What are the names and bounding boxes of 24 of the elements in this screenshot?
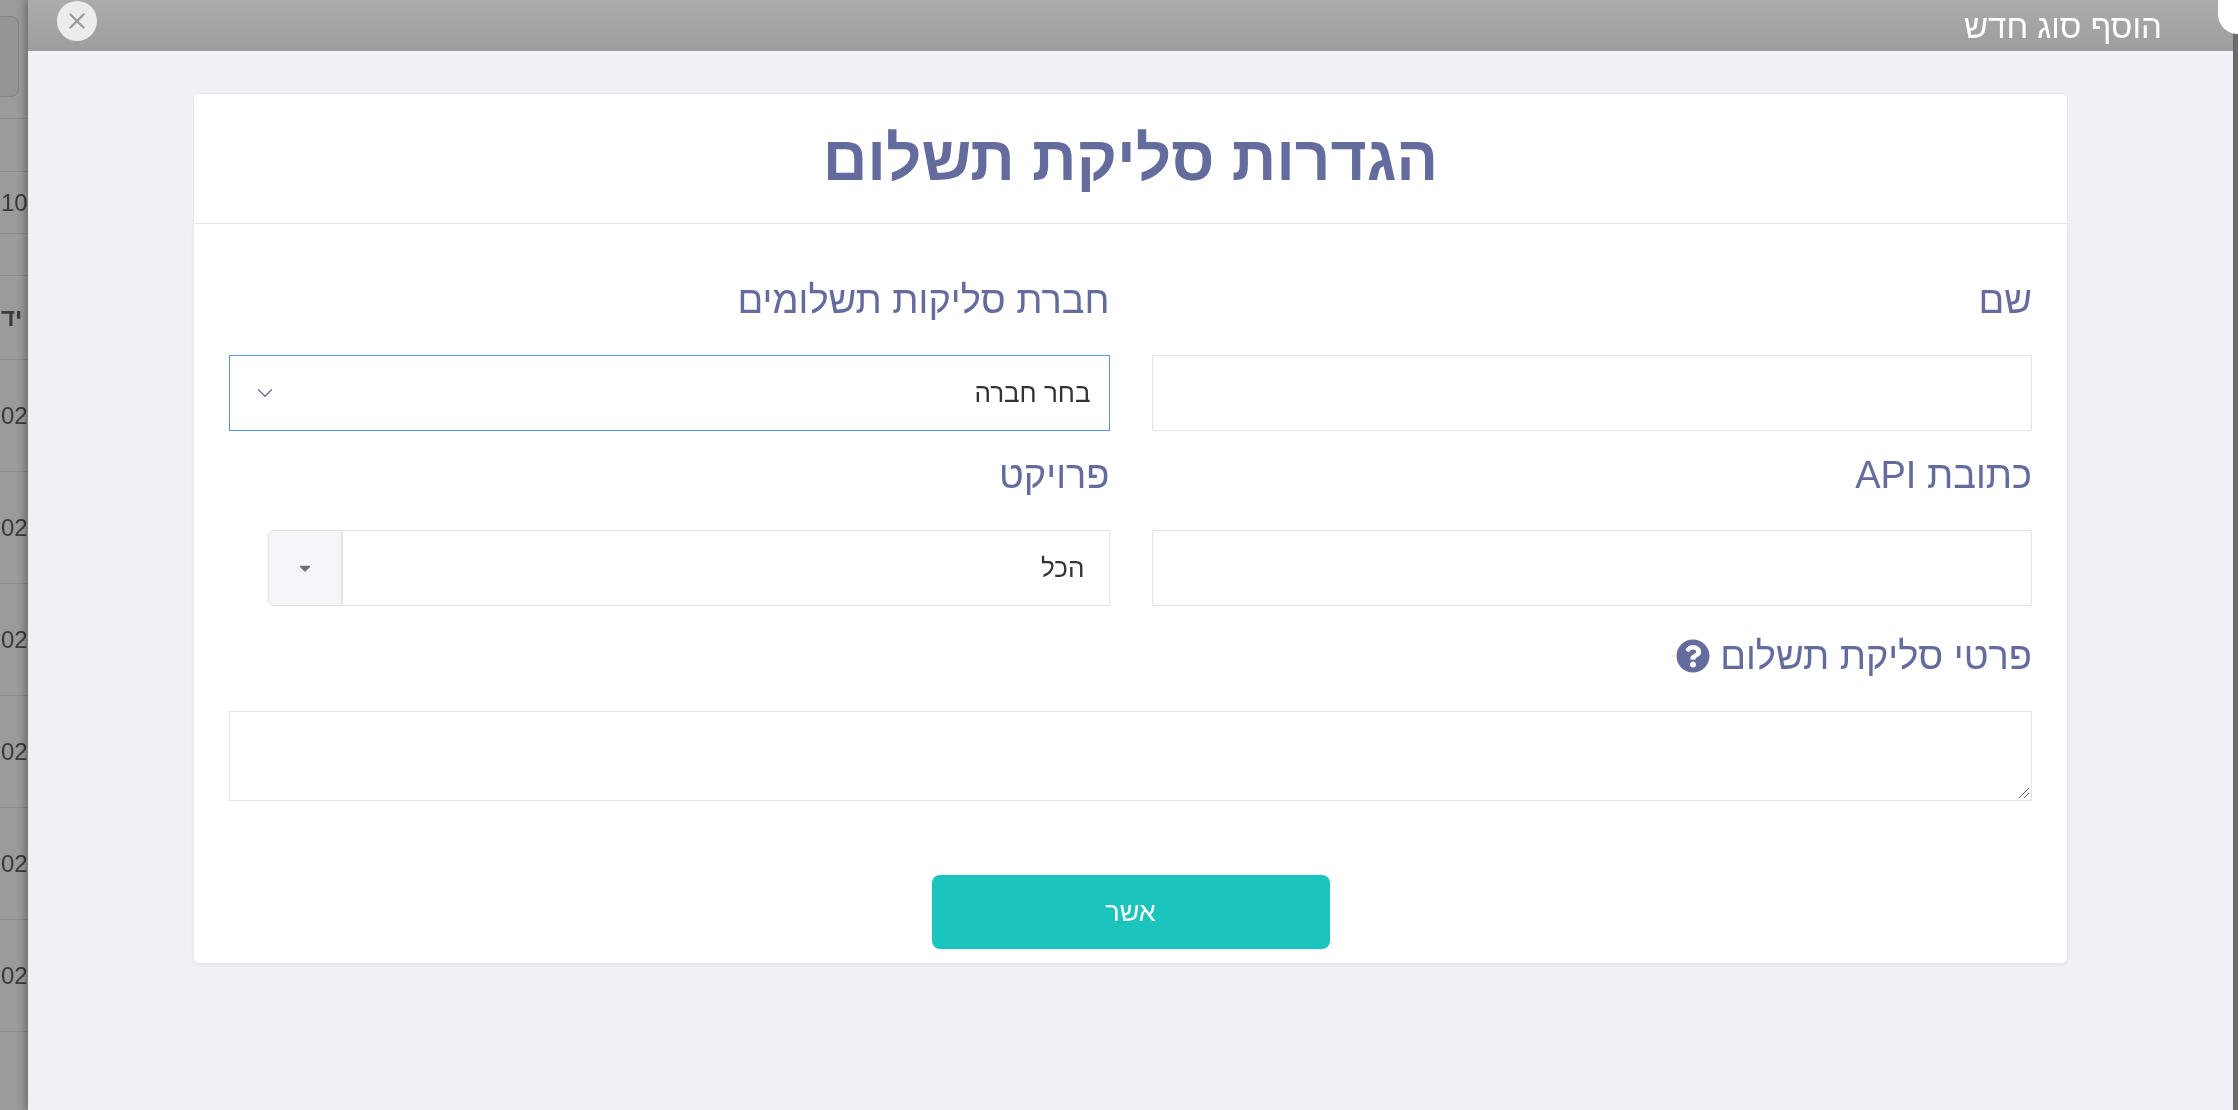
text-input[interactable] (1151, 530, 2032, 606)
field-label: כתובת API (1855, 456, 2032, 494)
row-value: 02 (1, 403, 28, 428)
field-label: חברת סליקות תשלומים (737, 281, 1110, 319)
dropdown-select[interactable]: בחר חברה (229, 355, 1110, 431)
row-value: 02 (1, 963, 28, 988)
text-input[interactable] (1151, 355, 2032, 431)
field-label: פרויקט (999, 456, 1110, 494)
help-icon[interactable] (1676, 639, 1711, 673)
row-value: 02 (1, 627, 28, 652)
select-field[interactable]: הכל (342, 530, 1110, 606)
close-button[interactable] (57, 1, 97, 41)
row-value: 02 (1, 515, 28, 540)
row-value: 02 (1, 739, 28, 764)
resize-grip-icon (2018, 787, 2029, 798)
dropdown-button[interactable] (268, 530, 342, 606)
text-area[interactable] (229, 711, 2032, 801)
row-value: 10 (1, 190, 28, 215)
dialog-title: הוסף סוג חדש (1964, 10, 2162, 43)
form-heading: הגדרות סליקת תשלום (822, 127, 1439, 190)
field-label: פרטי סליקת תשלום (1720, 637, 2032, 675)
column-header: יד (1, 305, 23, 330)
row-value: 02 (1, 851, 28, 876)
field-label: שם (1978, 281, 2032, 319)
